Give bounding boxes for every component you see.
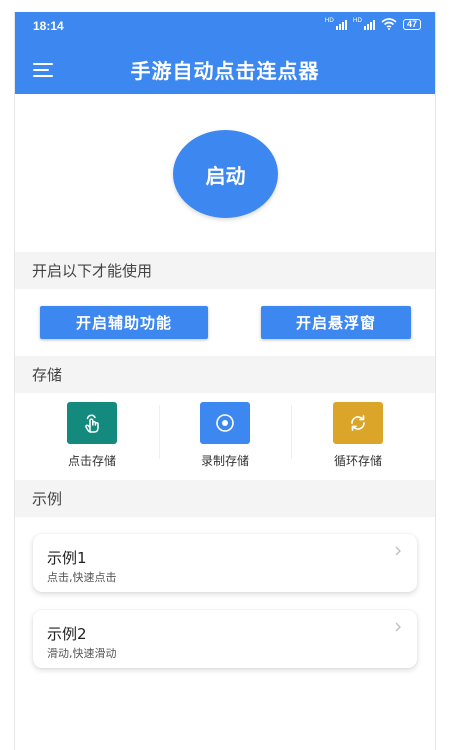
example-subtitle: 滑动,快速滑动	[47, 647, 117, 660]
example-card-2[interactable]: 示例2 滑动,快速滑动	[33, 610, 417, 668]
phone-screen: 18:14 HD HD 47 手游自动点击连点器 启动 开启以下才能使用 开启辅…	[15, 12, 435, 750]
divider	[291, 405, 292, 459]
app-title: 手游自动点击连点器	[130, 59, 320, 83]
loop-icon	[351, 415, 365, 431]
section-title: 存储	[32, 366, 63, 384]
tap-storage-item[interactable]: 点击存储	[27, 402, 157, 474]
loop-storage-tile	[333, 402, 383, 444]
status-time: 18:14	[33, 19, 64, 33]
signal-1-tag: HD	[324, 17, 334, 24]
enable-floating-window-button[interactable]: 开启悬浮窗	[261, 306, 411, 339]
start-button[interactable]: 启动	[173, 130, 278, 218]
example-title: 示例1	[47, 549, 87, 567]
loop-storage-item[interactable]: 循环存储	[293, 402, 423, 474]
section-header-prerequisite: 开启以下才能使用	[15, 252, 435, 289]
example-title: 示例2	[47, 625, 87, 643]
example-subtitle: 点击,快速点击	[47, 571, 117, 584]
wifi-icon	[381, 18, 397, 30]
signal-icon-1: HD	[325, 18, 347, 30]
app-bar: 18:14 HD HD 47 手游自动点击连点器	[15, 12, 435, 94]
example-card-1[interactable]: 示例1 点击,快速点击	[33, 534, 417, 592]
record-storage-tile	[200, 402, 250, 444]
status-bar: 18:14 HD HD 47	[15, 12, 435, 40]
record-storage-label: 录制存储	[200, 454, 249, 468]
status-icons: HD HD 47	[325, 18, 421, 30]
record-storage-item[interactable]: 录制存储	[160, 402, 290, 474]
loop-storage-label: 循环存储	[333, 454, 382, 468]
chevron-right-icon	[395, 546, 401, 556]
hamburger-menu-icon[interactable]	[33, 63, 53, 77]
section-title: 开启以下才能使用	[32, 262, 153, 280]
section-title: 示例	[32, 490, 63, 508]
enable-accessibility-button[interactable]: 开启辅助功能	[40, 306, 208, 339]
section-header-storage: 存储	[15, 356, 435, 393]
record-icon	[216, 414, 234, 432]
battery-indicator: 47	[402, 18, 421, 30]
chevron-right-icon	[395, 622, 401, 632]
tap-storage-tile	[67, 402, 117, 444]
signal-2-tag: HD	[352, 17, 362, 24]
section-header-examples: 示例	[15, 480, 435, 517]
tap-hand-icon	[85, 414, 99, 433]
signal-icon-2: HD	[353, 18, 375, 30]
tap-storage-label: 点击存储	[67, 454, 116, 468]
